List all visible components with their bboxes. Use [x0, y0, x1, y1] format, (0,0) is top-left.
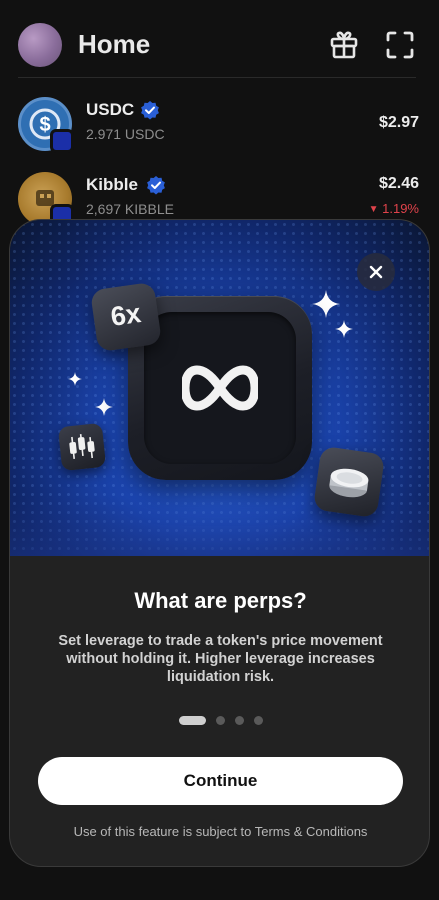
coin-stack-icon — [312, 445, 386, 519]
chain-badge — [50, 129, 74, 153]
scan-icon[interactable] — [385, 30, 415, 60]
sparkle-icon — [312, 290, 340, 323]
token-value: $2.46 — [378, 175, 419, 192]
price-change-value: 1.19% — [382, 201, 419, 216]
page-dot-active[interactable] — [178, 716, 206, 726]
price-change: ▼ 1.19% — [369, 201, 419, 216]
sparkle-icon — [95, 398, 113, 421]
hero-illustration: 6x — [10, 220, 429, 556]
token-name: USDC — [86, 100, 135, 119]
verified-icon — [140, 100, 160, 120]
home-header: Home — [0, 0, 439, 78]
svg-text:$: $ — [39, 114, 50, 136]
sparkle-icon — [335, 320, 353, 343]
token-row-usdc[interactable]: $ USDC 2.971 USDC $2.97 — [0, 97, 439, 163]
leverage-badge-text: 6x — [108, 298, 143, 332]
leverage-badge: 6x — [89, 281, 163, 353]
close-icon — [369, 265, 383, 279]
modal-title: What are perps? — [134, 588, 307, 613]
gift-icon[interactable] — [329, 30, 359, 60]
close-button[interactable] — [357, 253, 395, 291]
modal-description: Set leverage to trade a token's price mo… — [58, 633, 383, 685]
infinity-icon — [180, 358, 260, 423]
candlestick-icon — [57, 422, 107, 472]
token-name: Kibble — [86, 175, 138, 194]
app-tile-inner — [144, 312, 296, 464]
sparkle-icon — [68, 372, 82, 391]
continue-button[interactable]: Continue — [38, 757, 403, 805]
avatar[interactable] — [18, 23, 62, 67]
page-dot[interactable] — [234, 716, 244, 726]
verified-icon — [146, 175, 166, 195]
page-indicator — [10, 712, 429, 726]
token-value: $2.97 — [378, 114, 419, 131]
token-amount: 2.971 USDC — [86, 126, 165, 142]
header-divider — [18, 77, 416, 78]
page-title: Home — [78, 29, 151, 59]
token-amount: 2,697 KIBBLE — [86, 201, 174, 217]
terms-notice[interactable]: Use of this feature is subject to Terms … — [10, 824, 429, 839]
perps-intro-sheet: 6x What are perps? Set leverage to trade — [9, 219, 430, 867]
page-dot[interactable] — [253, 716, 263, 726]
down-arrow-icon: ▼ — [368, 204, 379, 215]
page-dot[interactable] — [215, 716, 225, 726]
